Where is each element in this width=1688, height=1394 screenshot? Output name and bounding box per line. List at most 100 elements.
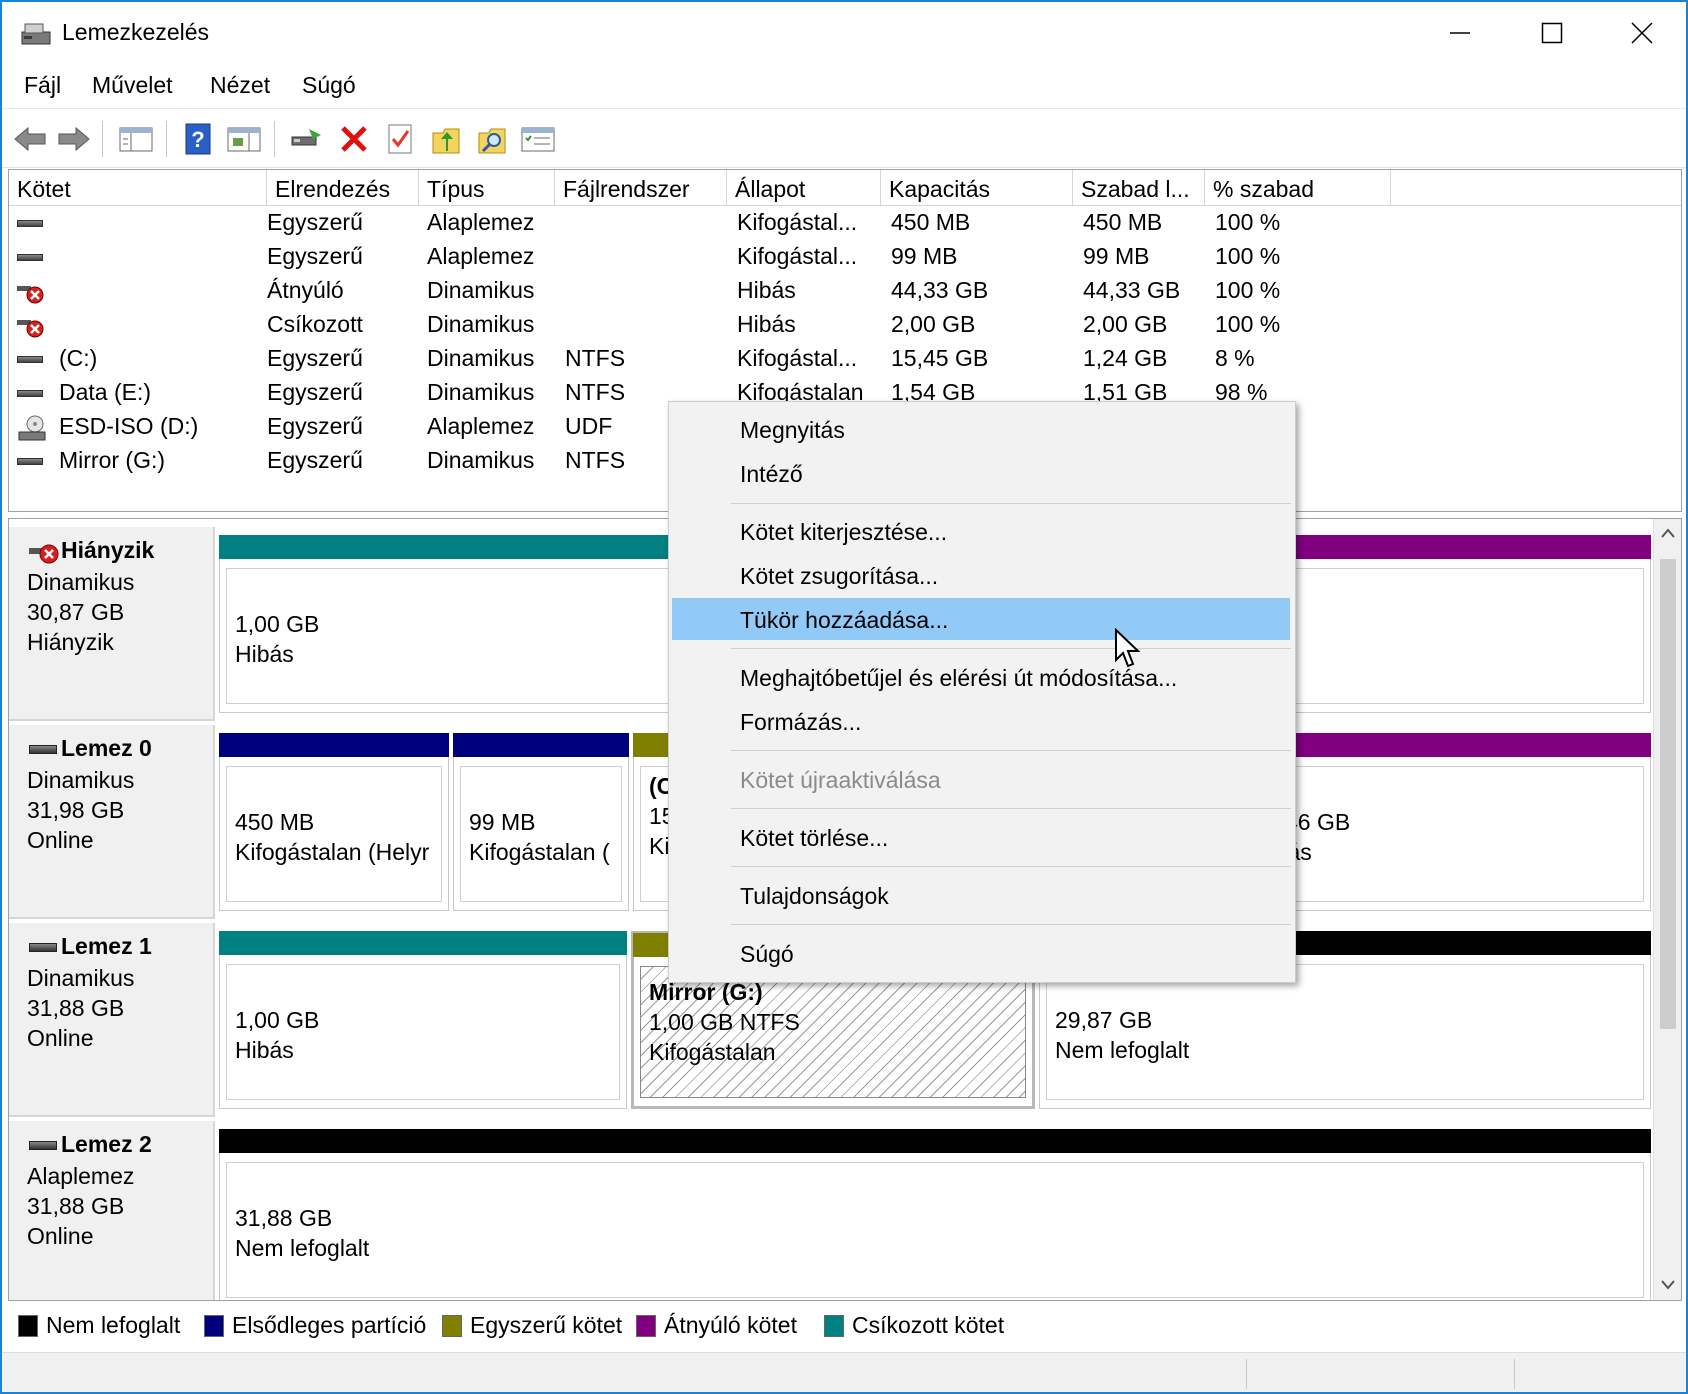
menu-bar: Fájl Művelet Nézet Súgó: [2, 64, 1686, 108]
partition-size: 450 MB: [235, 809, 315, 835]
partition-450mb[interactable]: 450 MB Kifogástalan (Helyr: [219, 733, 449, 911]
disk-label-missing[interactable]: Hiányzik Dinamikus 30,87 GB Hiányzik: [9, 527, 215, 721]
disk-status: Online: [27, 1223, 94, 1249]
ctx-explore[interactable]: Intéző: [672, 452, 1290, 494]
volume-row[interactable]: Csíkozott Dinamikus Hibás 2,00 GB 2,00 GB 100…: [9, 308, 1681, 342]
volume-layout: Egyszerű: [267, 345, 363, 371]
volume-free: 450 MB: [1083, 209, 1163, 235]
menu-help[interactable]: Súgó: [302, 72, 356, 99]
partition-14gb-spanned[interactable]: 14,46 GBHibás: [1249, 733, 1651, 911]
scrollbar-thumb[interactable]: [1660, 559, 1676, 1029]
scroll-up-icon[interactable]: [1660, 527, 1676, 539]
ctx-extend-volume[interactable]: Kötet kiterjesztése...: [672, 510, 1290, 552]
swatch-striped: [824, 1314, 844, 1337]
volume-fs: NTFS: [565, 345, 626, 371]
volume-type: Dinamikus: [427, 277, 535, 303]
maximize-icon: [1541, 22, 1563, 44]
volume-status: Kifogástal...: [737, 345, 858, 371]
column-status[interactable]: Állapot: [727, 170, 881, 206]
partition-status: Hibás: [235, 1037, 294, 1063]
column-type[interactable]: Típus: [419, 170, 555, 206]
volume-capacity: 2,00 GB: [891, 311, 976, 337]
disk-icon: [17, 390, 43, 397]
partition-missing-spanned[interactable]: [1249, 535, 1651, 713]
volume-type: Dinamikus: [427, 379, 535, 405]
help-button[interactable]: ?: [178, 119, 218, 159]
forward-button[interactable]: [54, 119, 94, 159]
delete-button[interactable]: [334, 119, 374, 159]
forward-arrow-icon: [58, 126, 90, 152]
legend-primary: Elsődleges partíció: [204, 1312, 426, 1339]
disk-label-1[interactable]: Lemez 1 Dinamikus 31,88 GB Online: [9, 923, 215, 1117]
volume-free: 44,33 GB: [1083, 277, 1181, 303]
disk-icon: [17, 458, 43, 465]
volume-capacity: 450 MB: [891, 209, 971, 235]
menu-file[interactable]: Fájl: [24, 72, 61, 99]
disk-label-2[interactable]: Lemez 2 Alaplemez 31,88 GB Online: [9, 1121, 215, 1300]
volume-row[interactable]: (C:) Egyszerű Dinamikus NTFS Kifogástal... 15…: [9, 342, 1681, 376]
disk-label-0[interactable]: Lemez 0 Dinamikus 31,98 GB Online: [9, 725, 215, 919]
connect-disk-button[interactable]: [286, 119, 326, 159]
volume-capacity: 44,33 GB: [891, 277, 989, 303]
maximize-button[interactable]: [1506, 2, 1598, 64]
title-bar: Lemezkezelés: [2, 2, 1686, 64]
back-button[interactable]: [10, 119, 50, 159]
column-filesystem[interactable]: Fájlrendszer: [555, 170, 727, 206]
volume-name: ESD-ISO (D:): [59, 413, 199, 439]
partition-size: 14,46 GB: [1253, 809, 1351, 835]
volume-layout: Egyszerű: [267, 447, 363, 473]
legend-label: Elsődleges partíció: [232, 1312, 427, 1338]
properties-button[interactable]: [380, 119, 420, 159]
partition-missing-striped[interactable]: 1,00 GB Hibás: [219, 535, 679, 713]
settings-list-button[interactable]: [518, 119, 558, 159]
partition-1gb-striped[interactable]: 1,00 GB Hibás: [219, 931, 627, 1109]
ctx-format[interactable]: Formázás...: [672, 700, 1290, 742]
disk-type: Dinamikus: [27, 965, 135, 991]
partition-99mb[interactable]: 99 MB Kifogástalan (: [453, 733, 629, 911]
disk-management-window: Lemezkezelés Fájl Művelet Nézet Súgó ? K…: [0, 0, 1688, 1394]
rescan-button[interactable]: [426, 119, 466, 159]
disk-type: Dinamikus: [27, 767, 135, 793]
volume-row[interactable]: Átnyúló Dinamikus Hibás 44,33 GB 44,33 GB 100…: [9, 274, 1681, 308]
show-hide-action-pane-button[interactable]: [224, 119, 264, 159]
ctx-add-mirror[interactable]: Tükör hozzáadása...: [672, 598, 1290, 640]
volume-row[interactable]: Egyszerű Alaplemez Kifogástal... 99 MB 99 MB…: [9, 240, 1681, 274]
volume-status: Kifogástal...: [737, 243, 858, 269]
partition-unallocated-31gb[interactable]: 31,88 GB Nem lefoglalt: [219, 1129, 1651, 1300]
ctx-shrink-volume[interactable]: Kötet zsugorítása...: [672, 554, 1290, 596]
search-button[interactable]: [472, 119, 512, 159]
disk-name: Lemez 0: [61, 735, 152, 761]
window-title: Lemezkezelés: [62, 19, 210, 45]
column-capacity[interactable]: Kapacitás: [881, 170, 1073, 206]
legend-simple: Egyszerű kötet: [442, 1312, 622, 1339]
menu-view[interactable]: Nézet: [210, 72, 270, 99]
ctx-open[interactable]: Megnyitás: [672, 408, 1290, 450]
minimize-button[interactable]: [1414, 2, 1506, 64]
column-volume[interactable]: Kötet: [9, 170, 267, 206]
show-hide-console-tree-button[interactable]: [116, 119, 156, 159]
column-free-space[interactable]: Szabad l...: [1073, 170, 1205, 206]
swatch-spanned: [636, 1314, 656, 1337]
volume-name: (C:): [59, 345, 98, 371]
disk-size: 30,87 GB: [27, 599, 125, 625]
ctx-help[interactable]: Súgó: [672, 932, 1290, 974]
vertical-scrollbar[interactable]: [1653, 519, 1681, 1300]
volume-name: Data (E:): [59, 379, 152, 405]
menu-action[interactable]: Művelet: [92, 72, 173, 99]
ctx-properties[interactable]: Tulajdonságok: [672, 874, 1290, 916]
volume-layout: Egyszerű: [267, 209, 363, 235]
disk-name: Lemez 2: [61, 1131, 152, 1157]
column-layout[interactable]: Elrendezés: [267, 170, 419, 206]
close-button[interactable]: [1596, 2, 1686, 64]
ctx-change-drive-letter[interactable]: Meghajtóbetűjel és elérési út módosítása…: [672, 656, 1290, 698]
scroll-down-icon[interactable]: [1660, 1279, 1676, 1291]
volume-type: Dinamikus: [427, 311, 535, 337]
volume-fs: UDF: [565, 413, 613, 439]
partition-status: Kifogástalan (: [469, 839, 610, 865]
volume-status: Kifogástal...: [737, 209, 858, 235]
status-bar: [2, 1352, 1686, 1392]
volume-row[interactable]: Egyszerű Alaplemez Kifogástal... 450 MB 450 …: [9, 206, 1681, 240]
volume-type: Alaplemez: [427, 243, 535, 269]
column-percent-free[interactable]: % szabad: [1205, 170, 1391, 206]
ctx-delete-volume[interactable]: Kötet törlése...: [672, 816, 1290, 858]
